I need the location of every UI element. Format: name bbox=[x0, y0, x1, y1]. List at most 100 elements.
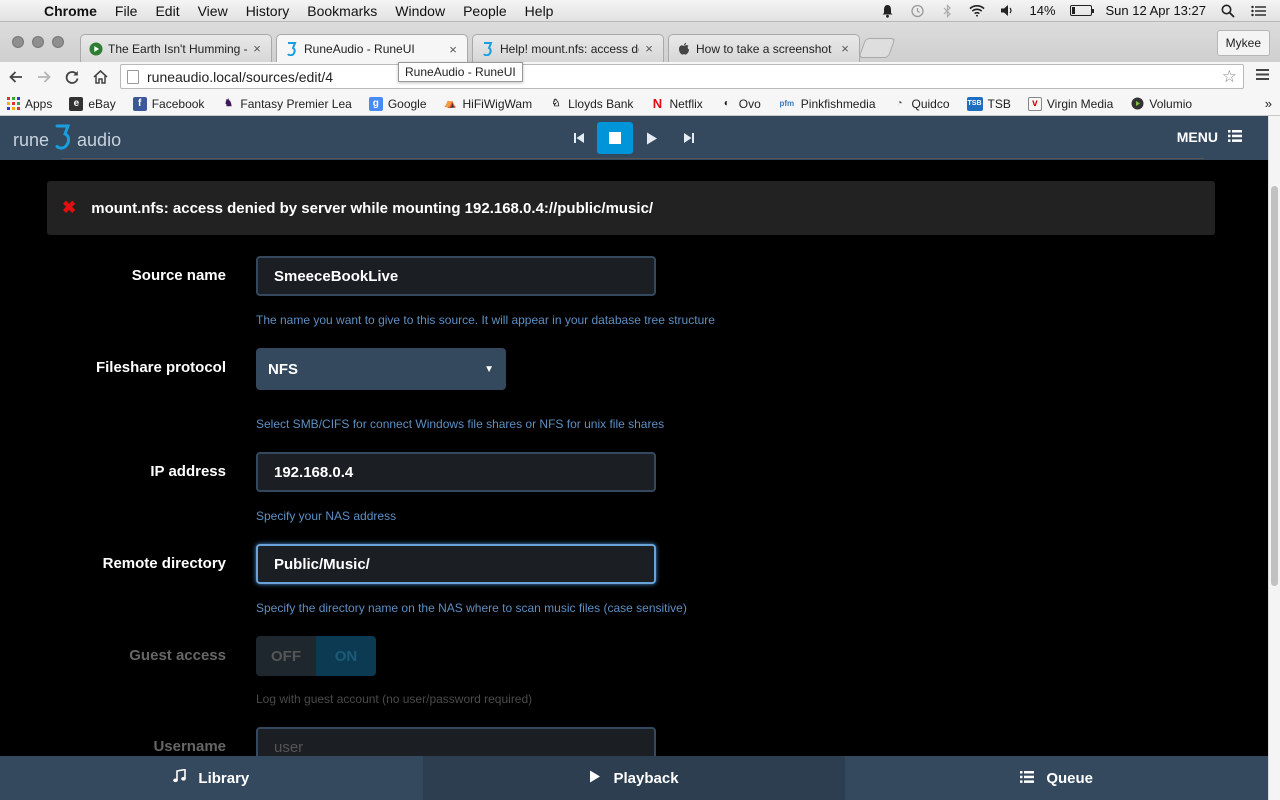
guest-access-help: Log with guest account (no user/password… bbox=[256, 692, 533, 706]
zoom-window-button[interactable] bbox=[52, 36, 64, 48]
logo-text-audio: audio bbox=[77, 130, 122, 150]
chrome-menu-icon[interactable] bbox=[1256, 68, 1270, 86]
bookmark-google[interactable]: g Google bbox=[368, 96, 427, 111]
bookmark-label: TSB bbox=[987, 96, 1011, 111]
scrollbar-thumb[interactable] bbox=[1271, 186, 1278, 586]
battery-icon[interactable] bbox=[1069, 5, 1094, 16]
bookmark-label: HiFiWigWam bbox=[462, 96, 533, 111]
reload-icon[interactable] bbox=[58, 63, 86, 91]
apple-icon bbox=[677, 42, 691, 56]
guest-access-toggle[interactable]: OFF ON bbox=[256, 636, 376, 676]
ip-address-label: IP address bbox=[150, 463, 226, 480]
ip-address-input[interactable]: 192.168.0.4 bbox=[256, 452, 656, 492]
remote-directory-input[interactable]: Public/Music/ bbox=[256, 544, 656, 584]
ebay-icon: e bbox=[69, 96, 84, 111]
menu-history[interactable]: History bbox=[237, 3, 299, 19]
library-tab[interactable]: Library bbox=[0, 756, 423, 800]
forward-arrow-icon[interactable] bbox=[30, 63, 58, 91]
source-name-help: The name you want to give to this source… bbox=[256, 313, 715, 327]
previous-track-icon[interactable] bbox=[560, 122, 597, 154]
queue-tab[interactable]: Queue bbox=[845, 756, 1268, 800]
list-icon bbox=[1020, 770, 1035, 787]
tab-tooltip: RuneAudio - RuneUI bbox=[398, 62, 523, 82]
spotlight-search-icon[interactable] bbox=[1220, 4, 1236, 18]
back-arrow-icon[interactable] bbox=[2, 63, 30, 91]
bookmark-facebook[interactable]: f Facebook bbox=[132, 96, 205, 111]
volumio-icon bbox=[1130, 97, 1144, 111]
bookmark-volumio[interactable]: Volumio bbox=[1130, 97, 1192, 111]
runeaudio-logo[interactable]: rune audio bbox=[13, 124, 121, 157]
error-alert: ✖ mount.nfs: access denied by server whi… bbox=[47, 181, 1215, 235]
close-tab-icon[interactable]: × bbox=[251, 41, 263, 56]
bookmark-apps[interactable]: Apps bbox=[6, 97, 52, 111]
address-bar[interactable]: runeaudio.local/sources/edit/4 ☆ bbox=[120, 64, 1244, 89]
playback-tab[interactable]: Playback bbox=[422, 756, 846, 800]
queue-label: Queue bbox=[1046, 769, 1094, 787]
source-name-input[interactable]: SmeeceBookLive bbox=[256, 256, 656, 296]
runeaudio-app: rune audio MENU ✖ mount.nfs: access deni… bbox=[0, 116, 1268, 800]
more-bookmarks-icon[interactable]: » bbox=[1265, 96, 1272, 111]
close-tab-icon[interactable]: × bbox=[839, 41, 851, 56]
browser-tab[interactable]: How to take a screenshot o × bbox=[668, 34, 860, 62]
stop-button[interactable] bbox=[597, 122, 633, 154]
music-note-icon bbox=[173, 768, 187, 787]
page-scrollbar[interactable] bbox=[1268, 116, 1280, 800]
toggle-off-option[interactable]: OFF bbox=[256, 636, 316, 676]
remote-directory-help: Specify the directory name on the NAS wh… bbox=[256, 601, 687, 615]
bookmark-ovo[interactable]: ◐ Ovo bbox=[720, 97, 761, 111]
clock[interactable]: Sun 12 Apr 13:27 bbox=[1106, 3, 1206, 18]
close-tab-icon[interactable]: × bbox=[447, 42, 459, 57]
bookmark-virgin-media[interactable]: v Virgin Media bbox=[1027, 96, 1113, 111]
bookmark-lloyds-bank[interactable]: ♘ Lloyds Bank bbox=[549, 97, 634, 111]
time-machine-icon[interactable] bbox=[909, 4, 925, 18]
wifi-icon[interactable] bbox=[969, 4, 986, 18]
quidco-icon: ◔ bbox=[896, 98, 903, 109]
bookmark-label: Facebook bbox=[151, 96, 205, 111]
bookmark-label: Apps bbox=[25, 96, 53, 111]
notification-bell-icon[interactable] bbox=[879, 4, 895, 18]
menu-help[interactable]: Help bbox=[516, 3, 563, 19]
runeaudio-logo-icon bbox=[53, 124, 73, 157]
menu-file[interactable]: File bbox=[106, 3, 147, 19]
browser-tab[interactable]: The Earth Isn't Humming - × bbox=[80, 34, 272, 62]
toggle-on-option[interactable]: ON bbox=[316, 636, 376, 676]
chevron-down-icon: ▼ bbox=[484, 363, 494, 375]
runeaudio-icon bbox=[285, 42, 299, 56]
bookmark-pinkfishmedia[interactable]: pfm Pinkfishmedia bbox=[778, 97, 875, 111]
browser-toolbar: runeaudio.local/sources/edit/4 ☆ bbox=[0, 62, 1280, 92]
fileshare-protocol-select[interactable]: NFS ▼ bbox=[256, 348, 506, 390]
menu-bookmarks[interactable]: Bookmarks bbox=[298, 3, 386, 19]
bluetooth-icon[interactable] bbox=[939, 3, 955, 18]
bookmark-hifiwigwam[interactable]: ⛺ HiFiWigWam bbox=[444, 96, 533, 111]
close-tab-icon[interactable]: × bbox=[643, 41, 655, 56]
bottom-navigation: Library Playback Queue bbox=[0, 756, 1268, 800]
bookmark-netflix[interactable]: N Netflix bbox=[650, 96, 703, 111]
close-window-button[interactable] bbox=[12, 36, 24, 48]
bookmark-ebay[interactable]: e eBay bbox=[69, 96, 116, 111]
notification-center-icon[interactable] bbox=[1250, 4, 1266, 18]
bookmark-tsb[interactable]: TSB TSB bbox=[966, 96, 1011, 111]
browser-tab-active[interactable]: RuneAudio - RuneUI × bbox=[276, 34, 468, 63]
address-url: runeaudio.local/sources/edit/4 bbox=[147, 68, 334, 85]
username-label: Username bbox=[153, 738, 226, 755]
profile-button[interactable]: Mykee bbox=[1216, 30, 1270, 56]
bookmark-fantasy-premier-league[interactable]: ♞ Fantasy Premier Lea bbox=[221, 97, 352, 111]
next-track-icon[interactable] bbox=[670, 122, 707, 154]
home-icon[interactable] bbox=[86, 63, 114, 91]
app-menu-chrome[interactable]: Chrome bbox=[40, 3, 106, 19]
app-top-bar: rune audio MENU bbox=[0, 116, 1268, 160]
minimize-window-button[interactable] bbox=[32, 36, 44, 48]
bookmark-star-icon[interactable]: ☆ bbox=[1222, 67, 1237, 87]
apps-grid-icon bbox=[6, 97, 20, 111]
menu-people[interactable]: People bbox=[454, 3, 516, 19]
volume-icon[interactable] bbox=[999, 4, 1015, 18]
lloyds-icon: ♘ bbox=[551, 98, 561, 109]
browser-tab[interactable]: Help! mount.nfs: access de × bbox=[472, 34, 664, 62]
menu-window[interactable]: Window bbox=[386, 3, 454, 19]
menu-view[interactable]: View bbox=[189, 3, 237, 19]
menu-button[interactable]: MENU bbox=[1177, 129, 1242, 145]
play-icon[interactable] bbox=[633, 122, 670, 154]
bookmark-quidco[interactable]: ◔ Quidco bbox=[893, 97, 949, 111]
new-tab-button[interactable] bbox=[858, 38, 896, 58]
menu-edit[interactable]: Edit bbox=[146, 3, 188, 19]
